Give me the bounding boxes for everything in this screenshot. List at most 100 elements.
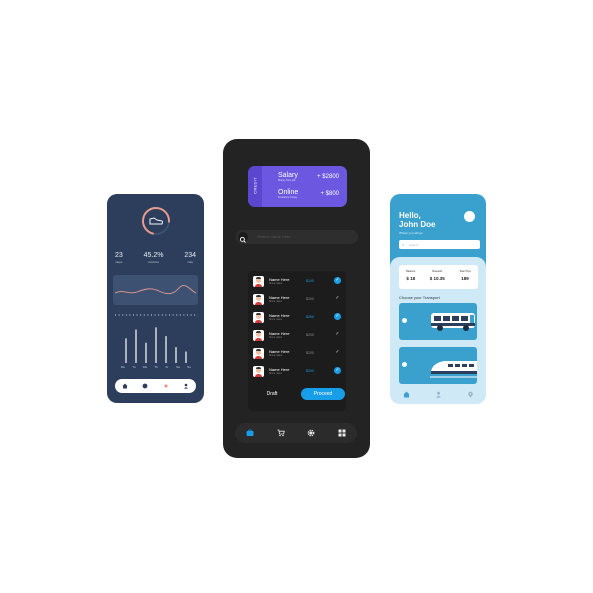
user-name: John Doe [399, 220, 436, 229]
location-pin-icon[interactable] [467, 391, 474, 398]
draft-button[interactable]: Draft [255, 388, 289, 400]
stat-label: workout [148, 260, 159, 264]
stat-cals: 234 cals [184, 252, 196, 264]
transport-option-train[interactable] [399, 347, 477, 384]
card-tag: CREDIT [252, 177, 258, 194]
list-item[interactable]: Name Here Since name $200 ✓ [253, 329, 343, 344]
activity-ring [141, 207, 170, 235]
item-amount: $200 [306, 351, 314, 355]
income-row-salary: Salary Money from job + $2800 [278, 172, 344, 182]
user-icon[interactable] [183, 383, 189, 389]
account-stats-card: Balance $ 18 Rewards $ 10.35 Total Trips… [399, 265, 478, 289]
item-sub: Since name [269, 336, 283, 339]
item-amount: $240 [306, 279, 314, 283]
income-row-online: Online Freelance money + $800 [278, 189, 344, 199]
item-sub: Since name [269, 282, 283, 285]
stat-label: Balance [406, 270, 416, 273]
day-label: Tu [132, 365, 136, 369]
heart-icon[interactable] [163, 383, 169, 389]
wallet-app-screen: CREDIT Salary Money from job + $2800 Onl… [223, 139, 370, 458]
search-icon: ⌕ [402, 242, 405, 247]
item-sub: Since name [269, 354, 283, 357]
day-label: Th [154, 365, 158, 369]
check-icon[interactable]: ✓ [334, 331, 341, 338]
stat-value: 234 [184, 252, 196, 259]
circle-icon[interactable] [142, 383, 148, 389]
check-icon[interactable]: ✓ [334, 367, 341, 374]
search-bar[interactable]: Search name Here [236, 230, 358, 244]
sneaker-icon [149, 217, 163, 225]
greeting-subtitle: Where you will go [399, 231, 423, 235]
stat-steps: 23 steps [115, 252, 123, 264]
stat-trips: Total Trips 189 [459, 265, 470, 289]
home-icon[interactable] [122, 383, 128, 389]
stat-balance: Balance $ 18 [406, 265, 415, 289]
stat-value: $ 10.35 [429, 276, 445, 281]
item-amount: $200 [306, 369, 314, 373]
item-sub: Since name [269, 318, 283, 321]
card-stub: CREDIT [248, 166, 262, 207]
income-amount: + $800 [320, 191, 339, 197]
check-icon[interactable]: ✓ [334, 313, 341, 320]
dotted-divider [115, 314, 196, 316]
stat-value: $ 18 [406, 276, 416, 281]
list-item[interactable]: Name Here Since name $250 ✓ [253, 311, 343, 326]
check-icon[interactable]: ✓ [334, 349, 341, 356]
list-item[interactable]: Name Here Since name $240 ✓ [253, 275, 343, 290]
proceed-button[interactable]: Proceed [301, 388, 345, 400]
avatar [253, 294, 264, 305]
search-icon[interactable] [238, 232, 248, 243]
weekly-bar-chart [125, 327, 187, 363]
day-label: Mo [120, 365, 126, 369]
avatar [253, 276, 264, 287]
greeting: Hello, John Doe [399, 211, 435, 229]
list-item[interactable]: Name Here Since name $200 ✓ [253, 293, 343, 308]
day-label: Fr [165, 365, 169, 369]
search-placeholder: Search [409, 243, 419, 247]
avatar [253, 330, 264, 341]
income-amount: + $2800 [317, 174, 339, 180]
home-icon[interactable] [403, 391, 410, 398]
stat-workout: 45.2% workout [144, 252, 164, 264]
check-icon[interactable]: ✓ [334, 295, 341, 302]
check-icon[interactable]: ✓ [334, 277, 341, 284]
list-item[interactable]: Name Here Since name $200 ✓ [253, 365, 343, 380]
radio-button[interactable] [402, 362, 407, 367]
choose-transport-label: Choose your Transport [399, 295, 440, 300]
credit-card[interactable]: CREDIT Salary Money from job + $2800 Onl… [248, 166, 347, 207]
stat-label: Rewards [432, 270, 443, 273]
search-input[interactable]: ⌕ Search [399, 240, 480, 249]
bus-icon [431, 313, 475, 331]
list-item[interactable]: Name Here Since name $200 ✓ [253, 347, 343, 362]
wave-line [114, 285, 197, 295]
day-label: We [142, 365, 148, 369]
avatar [253, 366, 264, 377]
transport-option-bus[interactable] [399, 303, 477, 340]
day-label: Sa [176, 365, 180, 369]
wallet-bottom-nav [235, 423, 357, 443]
item-amount: $250 [306, 315, 314, 319]
fitness-app-screen: 23 steps 45.2% workout 234 cals Mo Tu We… [107, 194, 204, 403]
item-sub: Since name [269, 300, 283, 303]
greeting-text: Hello, [399, 211, 421, 220]
stat-value: 45.2% [143, 252, 164, 259]
cart-icon[interactable] [277, 429, 285, 437]
stat-label: cals [187, 260, 193, 264]
train-icon [430, 361, 477, 378]
avatar [253, 348, 264, 359]
stat-value: 23 [115, 252, 123, 259]
user-icon[interactable] [435, 391, 442, 398]
stat-rewards: Rewards $ 10.35 [430, 265, 445, 289]
item-amount: $200 [306, 333, 314, 337]
wallet-icon[interactable] [246, 429, 254, 437]
fitness-bottom-nav [115, 379, 196, 393]
transport-app-screen: Hello, John Doe Where you will go ⌕ Sear… [390, 194, 486, 404]
fitness-stats: 23 steps 45.2% workout 234 cals [115, 252, 196, 264]
stat-label: steps [115, 260, 123, 264]
grid-icon[interactable] [338, 429, 346, 437]
avatar[interactable] [464, 211, 475, 222]
gear-icon[interactable] [307, 429, 315, 437]
search-input[interactable]: Search name Here [257, 234, 291, 239]
stat-value: 189 [461, 276, 469, 281]
radio-button[interactable] [402, 318, 407, 323]
